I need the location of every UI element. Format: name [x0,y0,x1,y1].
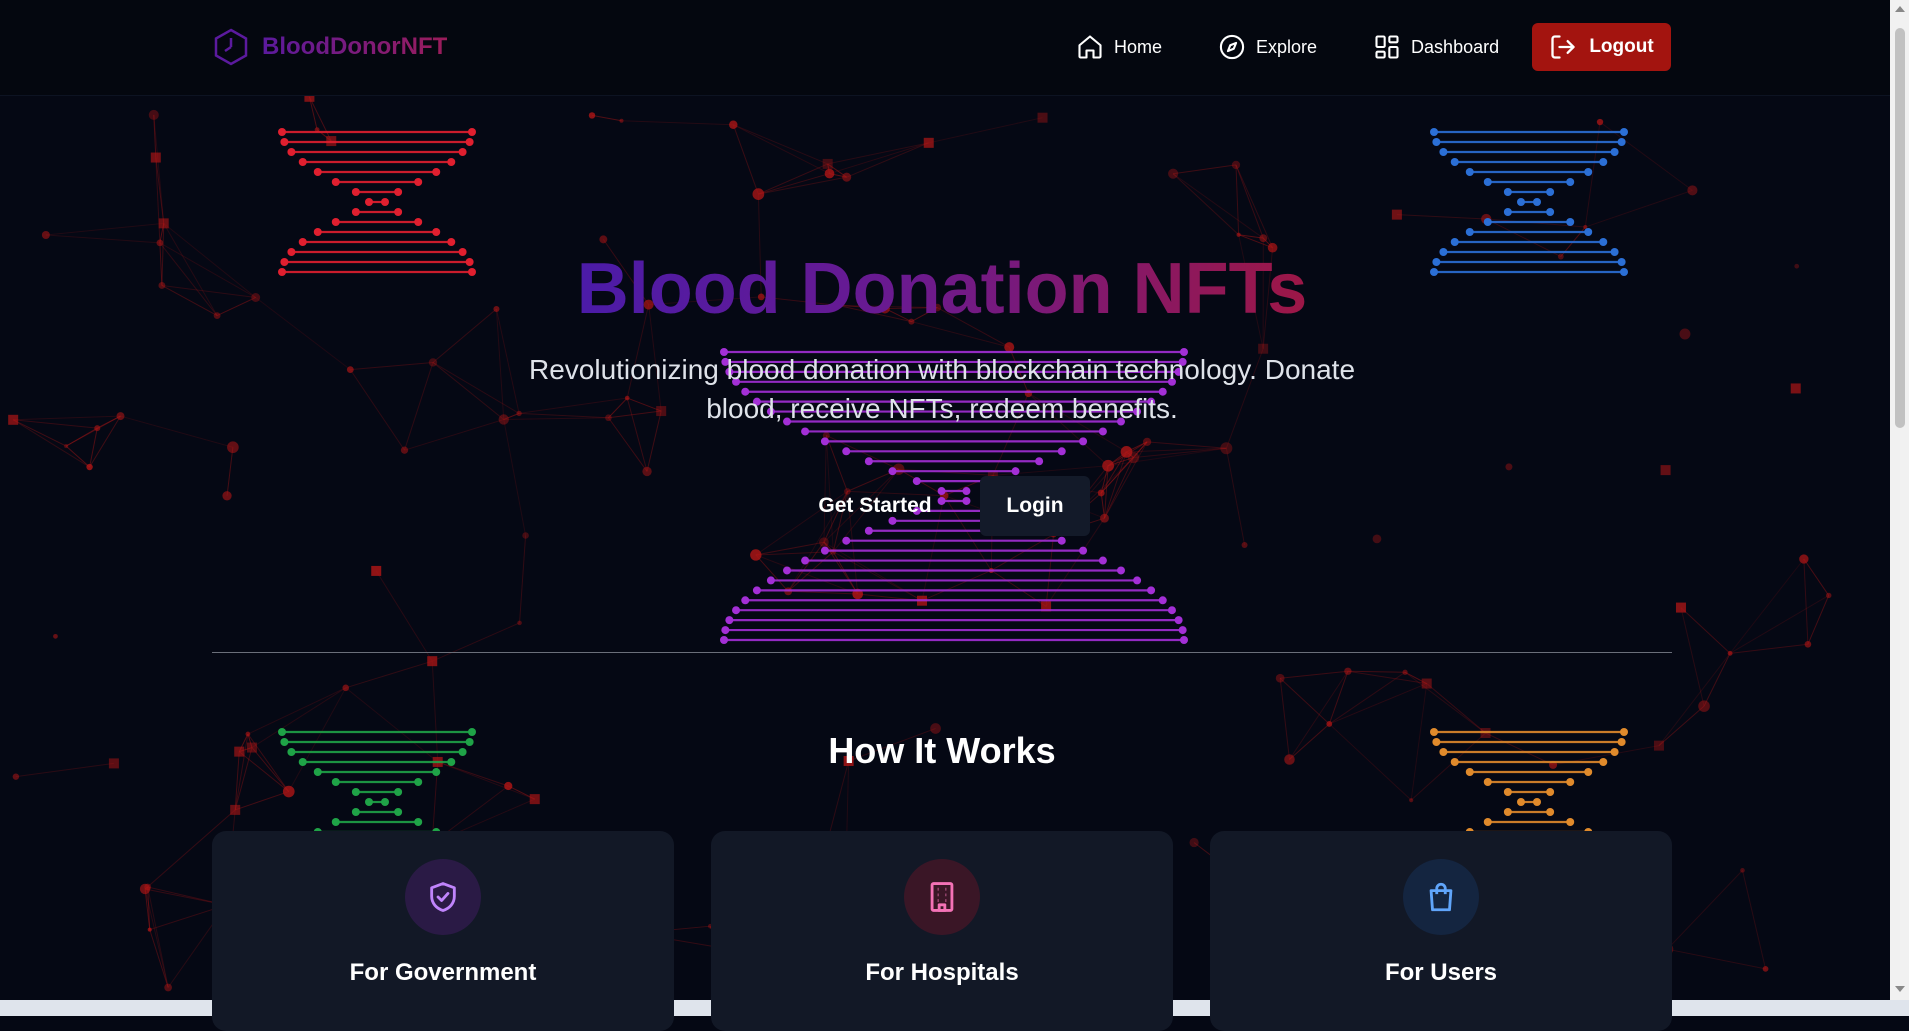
nav-links: Home Explore Dashboard [1076,22,1555,72]
shield-check-icon [426,880,460,914]
shopping-bag-icon [1424,880,1458,914]
logout-label: Logout [1589,36,1653,58]
card-government[interactable]: For Government [212,831,674,1031]
how-it-works-title: How It Works [0,730,1884,772]
card-users[interactable]: For Users [1210,831,1672,1031]
vertical-scrollbar[interactable] [1890,0,1909,1000]
card-government-title: For Government [212,959,674,987]
scroll-down-arrow-icon[interactable] [1895,986,1905,992]
section-divider [212,652,1672,653]
get-started-button[interactable]: Get Started [792,476,958,536]
logout-button[interactable]: Logout [1532,23,1671,71]
scroll-up-arrow-icon[interactable] [1895,6,1905,12]
card-hospitals-icon-wrap [904,859,980,935]
hero-title-text: Blood Donation NFTs [577,249,1308,329]
card-hospitals[interactable]: For Hospitals [711,831,1173,1031]
hero-title: Blood Donation NFTs [0,248,1884,330]
brand-name: BloodDonorNFT [262,33,447,61]
hero-subtitle: Revolutionizing blood donation with bloc… [500,350,1384,428]
nav-home-label: Home [1114,37,1162,58]
nav-explore-label: Explore [1256,37,1317,58]
nav-home-link[interactable]: Home [1076,22,1162,72]
login-button[interactable]: Login [980,476,1090,536]
home-icon [1076,33,1104,61]
nav-explore-link[interactable]: Explore [1218,22,1317,72]
card-users-title: For Users [1210,959,1672,987]
dashboard-icon [1373,33,1401,61]
compass-icon [1218,33,1246,61]
brand[interactable]: BloodDonorNFT [214,28,447,66]
navbar: BloodDonorNFT Home Explore Dashboard [0,0,1890,96]
building-icon [925,880,959,914]
card-government-icon-wrap [405,859,481,935]
logout-icon [1549,33,1577,61]
nav-dashboard-label: Dashboard [1411,37,1499,58]
card-hospitals-title: For Hospitals [711,959,1173,987]
card-users-icon-wrap [1403,859,1479,935]
nav-dashboard-link[interactable]: Dashboard [1373,22,1499,72]
hexagon-clock-logo-icon [214,28,248,66]
scroll-thumb[interactable] [1895,28,1905,428]
